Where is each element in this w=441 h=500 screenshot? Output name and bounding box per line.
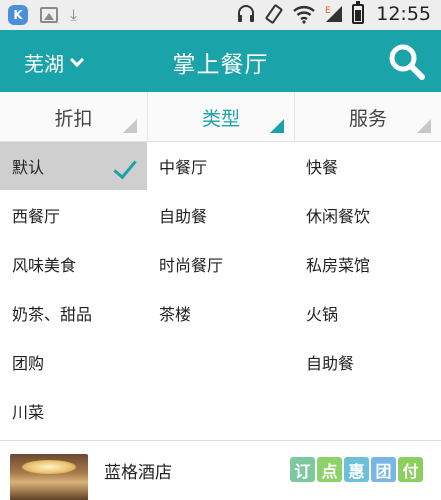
filter-tab-label: 服务: [348, 107, 387, 130]
service-tag: 付: [398, 457, 423, 482]
type-option-label: 休闲餐饮: [306, 207, 371, 226]
type-option-label: 团购: [12, 354, 45, 373]
type-option-label: 川菜: [12, 403, 45, 422]
type-options-grid: 默认 西餐厅 风味美食 奶茶、甜品 团购 川菜 中餐厅 自助餐 时尚餐厅 茶楼 …: [0, 142, 441, 440]
type-option-label: 中餐厅: [159, 158, 208, 177]
filter-bar: 折扣 类型 服务: [0, 92, 441, 142]
type-option[interactable]: 风味美食: [0, 240, 147, 288]
app-header: 芜湖 掌上餐厅: [0, 30, 441, 92]
type-option[interactable]: 中餐厅: [147, 142, 294, 190]
battery-icon: [352, 1, 365, 24]
type-option[interactable]: 自助餐: [147, 191, 294, 239]
signal-badge: E: [325, 6, 331, 16]
type-option-label: 自助餐: [306, 354, 355, 373]
type-option-default[interactable]: 默认: [0, 142, 147, 190]
type-option-label: 自助餐: [159, 207, 208, 226]
filter-tab-label: 折扣: [54, 107, 93, 130]
service-tags: 订 点 惠 团 付: [290, 457, 423, 482]
filter-tab-label: 类型: [201, 107, 240, 130]
k-app-icon: K: [8, 5, 28, 25]
service-tag: 惠: [344, 457, 369, 482]
clock: 12:55: [376, 3, 431, 25]
type-option[interactable]: 奶茶、甜品: [0, 289, 147, 337]
type-option[interactable]: 自助餐: [294, 338, 441, 386]
filter-tab-type[interactable]: 类型: [147, 92, 294, 142]
restaurant-list-item[interactable]: 蓝格酒店 订 点 惠 团 付: [0, 440, 441, 500]
type-option[interactable]: 休闲餐饮: [294, 191, 441, 239]
headset-icon: [238, 5, 255, 22]
type-option-label: 风味美食: [12, 256, 77, 275]
type-option-label: 快餐: [306, 158, 339, 177]
status-bar-left: K ⤓: [8, 5, 77, 25]
image-icon: [40, 7, 58, 23]
checkmark-icon: [113, 154, 137, 180]
type-option-label: 奶茶、甜品: [12, 305, 93, 324]
search-icon[interactable]: [387, 42, 427, 82]
restaurant-name: 蓝格酒店: [104, 463, 172, 483]
status-bar: K ⤓ E 12:55: [0, 0, 441, 30]
type-option[interactable]: 茶楼: [147, 289, 294, 337]
status-bar-right: E 12:55: [236, 1, 431, 25]
filter-tab-service[interactable]: 服务: [294, 92, 441, 142]
type-option[interactable]: 团购: [0, 338, 147, 386]
type-option-label: 西餐厅: [12, 207, 61, 226]
filter-tab-discount[interactable]: 折扣: [0, 92, 147, 142]
type-option[interactable]: 快餐: [294, 142, 441, 190]
type-option[interactable]: 私房菜馆: [294, 240, 441, 288]
dropdown-corner-icon: [123, 119, 137, 133]
type-option[interactable]: 川菜: [0, 387, 147, 435]
service-tag: 团: [371, 457, 396, 482]
type-option-label: 茶楼: [159, 305, 192, 324]
wifi-icon: [293, 6, 316, 24]
type-option-label: 私房菜馆: [306, 256, 371, 275]
page-title: 掌上餐厅: [172, 52, 269, 78]
service-tag: 订: [290, 457, 315, 482]
signal-icon: E: [325, 6, 343, 22]
type-option[interactable]: 时尚餐厅: [147, 240, 294, 288]
type-option[interactable]: 火锅: [294, 289, 441, 337]
service-tag: 点: [317, 457, 342, 482]
dropdown-corner-icon: [417, 119, 431, 133]
restaurant-thumbnail: [10, 454, 88, 500]
type-option-label: 时尚餐厅: [159, 256, 224, 275]
download-icon: ⤓: [70, 5, 78, 24]
type-option-label: 默认: [12, 158, 45, 177]
type-option-label: 火锅: [306, 305, 339, 324]
rotate-icon: [265, 4, 283, 24]
type-option[interactable]: 西餐厅: [0, 191, 147, 239]
dropdown-corner-icon: [270, 119, 284, 133]
